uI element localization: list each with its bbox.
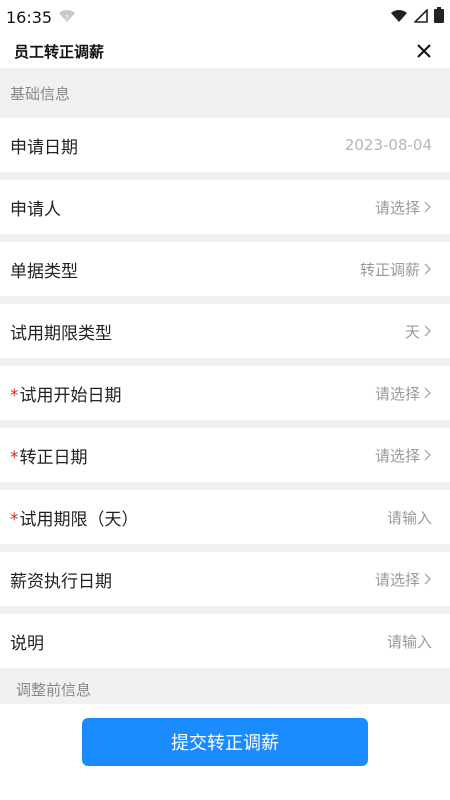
field-label: 申请人	[10, 199, 61, 220]
field-label: *转正日期	[10, 447, 88, 468]
field-regular-date[interactable]: *转正日期 请选择	[0, 428, 450, 482]
signal-icon	[413, 7, 428, 27]
status-right	[390, 7, 444, 27]
field-doc-type[interactable]: 单据类型 转正调薪	[0, 242, 450, 296]
field-label: *试用期限（天）	[10, 509, 139, 530]
status-time: 16:35	[6, 7, 53, 27]
chevron-right-icon	[424, 201, 431, 213]
field-value: 2023-08-04	[344, 136, 432, 154]
battery-icon	[434, 7, 444, 27]
page-title: 员工转正调薪	[14, 42, 105, 61]
wifi-icon	[390, 8, 408, 27]
chevron-right-icon	[424, 263, 431, 275]
field-remark[interactable]: 说明 请输入	[0, 614, 450, 668]
field-probation-type[interactable]: 试用期限类型 天	[0, 304, 450, 358]
section-title: 基础信息	[10, 84, 71, 103]
field-label: 试用期限类型	[10, 323, 112, 344]
close-icon[interactable]	[414, 41, 434, 61]
section-title: 调整前信息	[16, 680, 92, 699]
title-bar: 员工转正调薪	[0, 34, 450, 68]
required-mark: *	[10, 385, 19, 406]
field-salary-exec-date[interactable]: 薪资执行日期 请选择	[0, 552, 450, 606]
status-bar: 16:35 ?	[0, 0, 450, 34]
field-value: 请选择	[375, 445, 432, 466]
field-value: 天	[405, 321, 432, 342]
field-label: *试用开始日期	[10, 385, 122, 406]
field-label: 单据类型	[10, 261, 78, 282]
bottom-bar: 提交转正调薪	[0, 704, 450, 800]
section-header-basic: 基础信息	[0, 68, 450, 118]
field-input[interactable]: 请输入	[387, 631, 432, 652]
field-applicant[interactable]: 申请人 请选择	[0, 180, 450, 234]
submit-button[interactable]: 提交转正调薪	[82, 718, 368, 766]
form-list: 申请日期 2023-08-04 申请人 请选择 单据类型 转正调薪 试用期限类型…	[0, 118, 450, 668]
chevron-right-icon	[424, 325, 431, 337]
chevron-right-icon	[424, 387, 431, 399]
required-mark: *	[10, 447, 19, 468]
field-value: 请选择	[375, 383, 432, 404]
field-probation-start[interactable]: *试用开始日期 请选择	[0, 366, 450, 420]
field-probation-days[interactable]: *试用期限（天） 请输入	[0, 490, 450, 544]
required-mark: *	[10, 509, 19, 530]
status-left: 16:35 ?	[6, 8, 76, 27]
svg-text:?: ?	[65, 14, 69, 22]
chevron-right-icon	[424, 573, 431, 585]
field-value: 转正调薪	[360, 259, 432, 280]
field-value: 请选择	[375, 569, 432, 590]
field-value: 请选择	[375, 197, 432, 218]
field-label: 薪资执行日期	[10, 571, 112, 592]
field-label: 申请日期	[10, 137, 78, 158]
chevron-right-icon	[424, 449, 431, 461]
field-apply-date[interactable]: 申请日期 2023-08-04	[0, 118, 450, 172]
wifi-question-icon: ?	[58, 8, 76, 27]
field-input[interactable]: 请输入	[387, 507, 432, 528]
field-label: 说明	[10, 633, 44, 654]
